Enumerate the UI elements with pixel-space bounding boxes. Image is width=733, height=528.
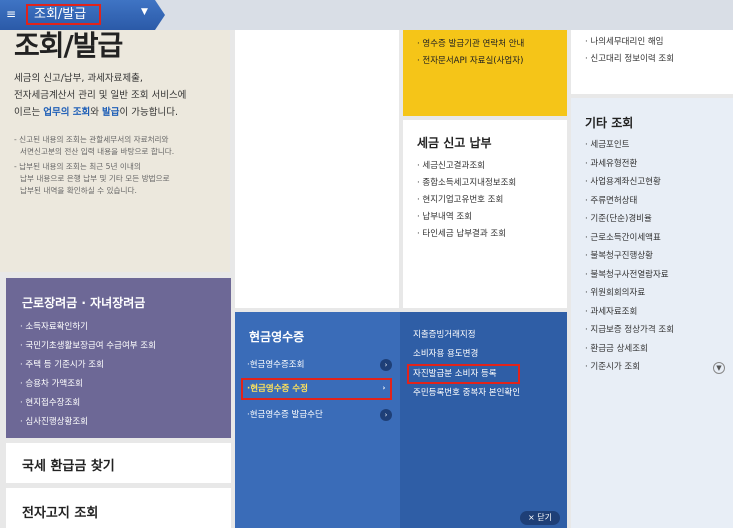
tax-report-link[interactable]: · 세금신고결과조회 [417, 158, 516, 175]
earned-income-title: 근로장려금 · 자녀장려금 [22, 296, 146, 310]
middle-top-card [235, 30, 399, 308]
right-top-link[interactable]: · 신고대리 정보이력 조회 [585, 51, 674, 68]
cash-receipt-panel: 현금영수증 ·현금영수증조회 › ·현금영수증 수정 › ·현금영수증 발급수단… [235, 312, 567, 528]
right-top-card: · 나의세무대리인 해임 · 신고대리 정보이력 조회 [571, 30, 733, 94]
cash-receipt-sub-link[interactable]: 소비자용 용도변경 [413, 345, 520, 364]
earned-income-link[interactable]: · 승용차 가액조회 [20, 375, 156, 394]
etc-link[interactable]: · 과세자료조회 [585, 303, 674, 322]
caret-down-icon[interactable]: ▼ [141, 7, 148, 17]
etc-link[interactable]: · 환급금 상세조회 [585, 340, 674, 359]
etc-link[interactable]: · 기준(단순)경비율 [585, 210, 674, 229]
tax-report-link[interactable]: · 타인세금 납부결과 조회 [417, 226, 516, 243]
right-top-link[interactable]: · 나의세무대리인 해임 [585, 34, 674, 51]
cash-receipt-left: 현금영수증 ·현금영수증조회 › ·현금영수증 수정 › ·현금영수증 발급수단… [235, 312, 400, 528]
cash-receipt-title: 현금영수증 [249, 330, 305, 344]
tax-report-link[interactable]: · 종합소득세고지내정보조회 [417, 175, 516, 192]
yellow-link[interactable]: · 영수증 발급기관 연락처 안내 [417, 36, 524, 53]
close-button[interactable]: × 닫기 [520, 511, 560, 525]
cash-receipt-item[interactable]: ·현금영수증 발급수단 › [247, 406, 392, 424]
etc-link[interactable]: · 불복청구사전열람자료 [585, 266, 674, 285]
tax-report-title: 세금 신고 납부 [417, 136, 492, 150]
etc-link[interactable]: · 기준시가 조회 [585, 358, 674, 377]
tax-report-list: · 세금신고결과조회 · 종합소득세고지내정보조회 · 현지기업고유번호 조회 · 납… [417, 158, 516, 243]
cash-receipt-submenu: 지출증빙거래지정 소비자용 용도변경 자진발급분 소비자 등록 주민등록번호 중복자 … [407, 326, 521, 403]
yellow-list: · 영수증 발급기관 연락처 안내 · 전자문서API 자료실(사업자) [417, 36, 524, 70]
earned-income-link[interactable]: · 심사진행상황조회 [20, 413, 156, 432]
etc-link[interactable]: · 세금포인트 [585, 136, 674, 155]
earned-income-panel: 근로장려금 · 자녀장려금 · 소득자료확인하기 · 국민기초생활보장급여 수급여… [6, 278, 231, 438]
cash-receipt-sub-link[interactable]: 지출증빙거래지정 [413, 326, 520, 345]
chevron-right-icon: › [380, 409, 392, 421]
intro-panel: 조회/발급 세금의 신고/납부, 과세자료제출, 전자세금계산서 관리 및 일반… [0, 29, 230, 272]
cash-receipt-item-selected[interactable]: ·현금영수증 수정 › [241, 378, 392, 400]
earned-income-link[interactable]: · 주택 등 기준시가 조회 [20, 356, 156, 375]
etc-list: · 세금포인트 · 과세유형전환 · 사업용계좌신고현황 · 주류면허상태 · 기준(단… [585, 136, 674, 377]
etc-link[interactable]: · 불복청구진행상황 [585, 247, 674, 266]
cash-receipt-item[interactable]: ·현금영수증조회 › [247, 356, 392, 374]
tax-report-link[interactable]: · 납부내역 조회 [417, 209, 516, 226]
earned-income-link[interactable]: · 소득자료확인하기 [20, 318, 156, 337]
earned-income-link[interactable]: · 국민기초생활보장급여 수급여부 조회 [20, 337, 156, 356]
cash-receipt-sub-link[interactable]: 자진발급분 소비자 등록 [407, 364, 521, 384]
etc-link[interactable]: · 과세유형전환 [585, 155, 674, 174]
e-notice-card[interactable]: 전자고지 조회 [6, 488, 231, 528]
etc-panel: 기타 조회 · 세금포인트 · 과세유형전환 · 사업용계좌신고현황 · 주류면허상태… [571, 98, 733, 528]
scroll-down-icon[interactable]: ▼ [713, 362, 725, 374]
refund-title[interactable]: 국세 환급금 찾기 [22, 455, 115, 474]
tax-report-card: 세금 신고 납부 · 세금신고결과조회 · 종합소득세고지내정보조회 · 현지기업고… [403, 120, 567, 308]
intro-notes: - 신고된 내용의 조회는 관할세무서의 자료처리와 서면신고분의 전산 입력 내… [14, 135, 175, 195]
chevron-right-icon: › [380, 359, 392, 371]
tax-report-link[interactable]: · 현지기업고유번호 조회 [417, 192, 516, 209]
earned-income-link[interactable]: · 현지접수장조회 [20, 394, 156, 413]
yellow-link[interactable]: · 전자문서API 자료실(사업자) [417, 53, 524, 70]
earned-income-list: · 소득자료확인하기 · 국민기초생활보장급여 수급여부 조회 · 주택 등 기준시… [20, 318, 156, 432]
page-title: 조회/발급 [14, 29, 123, 62]
etc-link[interactable]: · 지급보증 정상가격 조회 [585, 321, 674, 340]
right-top-list: · 나의세무대리인 해임 · 신고대리 정보이력 조회 [585, 34, 674, 68]
hamburger-menu-icon[interactable]: ≡ [6, 7, 16, 21]
nav-title-button[interactable]: 조회/발급 [26, 4, 101, 25]
etc-title: 기타 조회 [585, 116, 634, 130]
e-notice-title[interactable]: 전자고지 조회 [22, 502, 98, 521]
etc-link[interactable]: · 위원회회의자료 [585, 284, 674, 303]
yellow-panel: · 영수증 발급기관 연락처 안내 · 전자문서API 자료실(사업자) [403, 30, 567, 116]
intro-description: 세금의 신고/납부, 과세자료제출, 전자세금계산서 관리 및 일반 조회 서비… [14, 73, 187, 118]
refund-card[interactable]: 국세 환급금 찾기 [6, 443, 231, 483]
etc-link[interactable]: · 사업용계좌신고현황 [585, 173, 674, 192]
cash-receipt-sub-link[interactable]: 주민등록번호 중복자 본인확인 [413, 384, 520, 403]
chevron-right-icon: › [382, 384, 386, 392]
etc-link[interactable]: · 주류면허상태 [585, 192, 674, 211]
etc-link[interactable]: · 근로소득간이세액표 [585, 229, 674, 248]
